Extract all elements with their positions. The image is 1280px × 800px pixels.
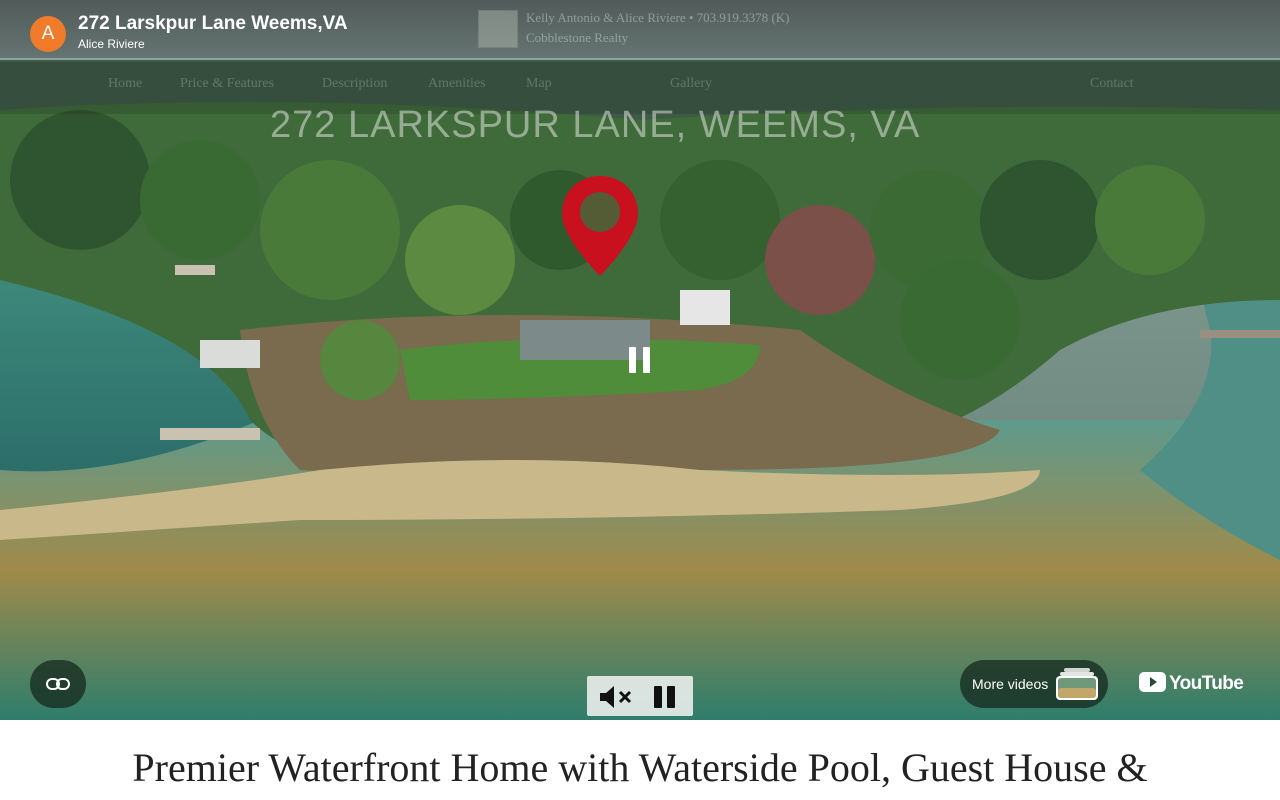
copy-link-button[interactable] [30,660,86,708]
center-pause-icon[interactable] [628,347,652,373]
agent-names-phone: Kelly Antonio & Alice Riviere • 703.919.… [526,10,790,25]
mute-icon[interactable] [599,685,633,709]
map-pin-icon [562,176,638,276]
channel-avatar[interactable]: A [30,16,66,52]
embedded-nav-item: Gallery [670,76,712,91]
more-videos-button[interactable]: More videos [960,660,1108,708]
more-videos-label: More videos [972,676,1049,692]
embedded-nav-item: Amenities [428,76,486,91]
video-player[interactable]: A 272 Larskpur Lane Weems,VA Alice Rivie… [0,0,1280,720]
embedded-nav-item: Home [108,76,143,91]
embedded-nav-item: Contact [1090,76,1134,91]
agent-brokerage: Cobblestone Realty [526,30,629,45]
youtube-logo-icon [1139,672,1166,692]
video-title[interactable]: 272 Larskpur Lane Weems,VA [78,13,348,35]
embedded-nav-item: Description [322,76,388,91]
embedded-nav-item: Map [526,76,552,91]
embedded-property-heading: 272 LARKSPUR LANE, WEEMS, VA [270,104,921,146]
link-icon [46,678,70,690]
youtube-logo-link[interactable]: YouTube [1139,672,1244,697]
agent-photo [478,10,518,48]
youtube-wordmark: YouTube [1169,673,1244,694]
embedded-nav-item: Price & Features [180,76,275,91]
listing-headline: Premier Waterfront Home with Waterside P… [132,745,1148,790]
channel-name[interactable]: Alice Riviere [78,37,145,51]
video-stack-thumbnail-icon [1056,668,1098,700]
pause-icon[interactable] [653,685,677,709]
player-controls [587,676,693,716]
